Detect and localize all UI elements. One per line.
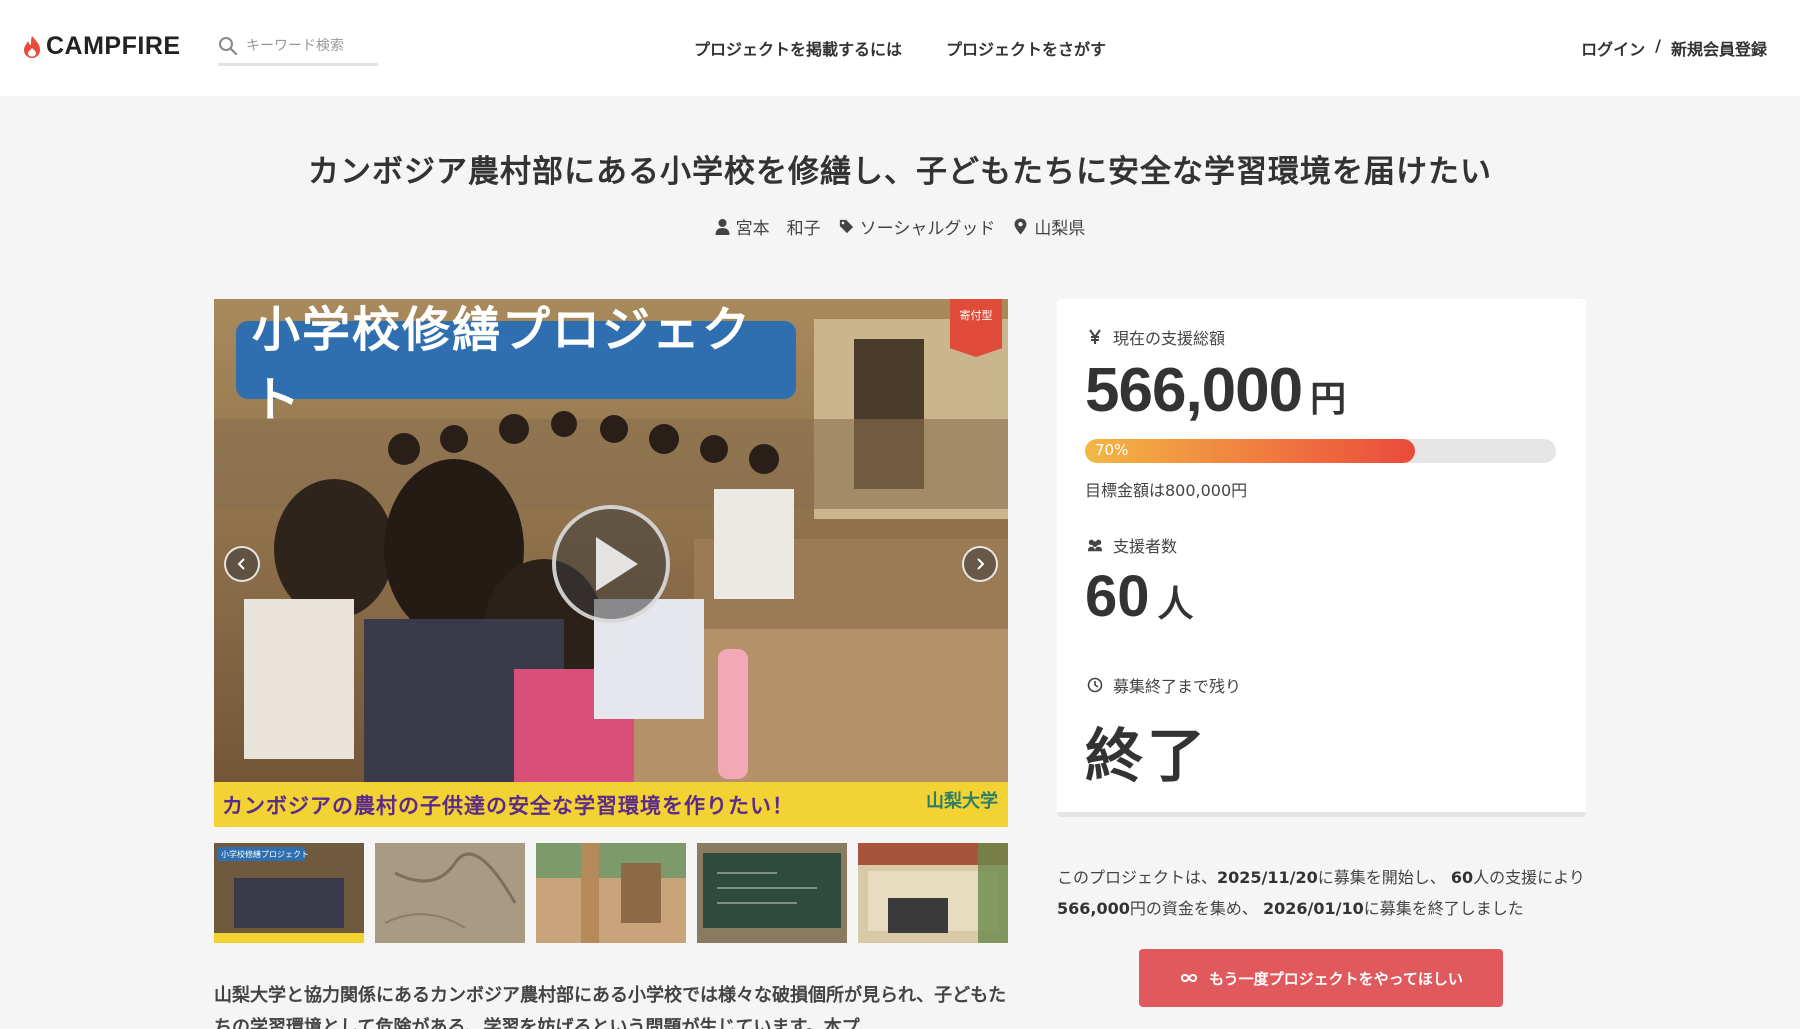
funding-progress-bar: 70% bbox=[1085, 439, 1556, 463]
backers-count: 60 人 bbox=[1085, 563, 1194, 630]
thumbnail-5-image bbox=[858, 843, 1008, 943]
project-title: カンボジア農村部にある小学校を修繕し、子どもたちに安全な学習環境を届けたい bbox=[308, 154, 1492, 190]
total-amount-label: 現在の支援総額 bbox=[1087, 325, 1225, 349]
request-again-button[interactable]: もう一度プロジェクトをやってほしい bbox=[1139, 949, 1503, 1007]
category-meta[interactable]: ソーシャルグッド bbox=[839, 214, 996, 239]
remaining-value: 終了 bbox=[1085, 722, 1210, 790]
video-banner: 小学校修繕プロジェクト bbox=[236, 302, 796, 428]
donation-badge: 寄付型 bbox=[950, 299, 1002, 357]
donation-badge-label: 寄付型 bbox=[959, 309, 993, 322]
funding-stats-card: 現在の支援総額 566,000 円 70% 目標金額は800,000円 支援者数… bbox=[1057, 299, 1586, 817]
summary-backers: 60 bbox=[1450, 868, 1474, 887]
video-caption-strip: カンボジアの農村の子供達の安全な学習環境を作りたい！ 山梨大学 bbox=[214, 782, 1008, 827]
remaining-label-text: 募集終了まで残り bbox=[1113, 677, 1242, 696]
summary-text-5: に募集を終了しました bbox=[1363, 899, 1524, 918]
chevron-left-icon bbox=[237, 558, 245, 570]
project-description: 山梨大学と協力関係にあるカンボジア農村部にある小学校では様々な破損個所が見られ、… bbox=[214, 985, 1007, 1029]
total-amount: 566,000 円 bbox=[1085, 355, 1346, 426]
thumbnail-2-image bbox=[375, 843, 525, 943]
search-box[interactable] bbox=[218, 32, 378, 66]
progress-percent: 70% bbox=[1095, 441, 1129, 459]
login-link[interactable]: ログイン bbox=[1581, 36, 1645, 60]
flame-icon bbox=[24, 35, 40, 58]
university-logo: 山梨大学 bbox=[926, 791, 998, 812]
progress-fill bbox=[1085, 439, 1415, 463]
owner-meta[interactable]: 宮本 和子 bbox=[715, 214, 821, 239]
thumbnail-3-image bbox=[536, 843, 686, 943]
search-icon bbox=[219, 36, 238, 55]
backers-label: 支援者数 bbox=[1087, 533, 1177, 557]
location-meta[interactable]: 山梨県 bbox=[1013, 214, 1085, 239]
next-slide-button[interactable] bbox=[962, 546, 998, 582]
project-summary: このプロジェクトは、2025/11/20に募集を開始し、 60人の支援により 5… bbox=[1057, 862, 1597, 924]
chevron-right-icon bbox=[977, 558, 985, 570]
thumbnail-2[interactable] bbox=[375, 843, 525, 943]
location-name: 山梨県 bbox=[1034, 219, 1086, 239]
thumbnail-1-image: 小学校修繕プロジェクト bbox=[214, 843, 364, 943]
location-pin-icon bbox=[1014, 218, 1027, 235]
owner-name: 宮本 和子 bbox=[735, 219, 821, 239]
total-amount-unit: 円 bbox=[1310, 379, 1347, 420]
summary-text-4: 円の資金を集め、 bbox=[1129, 899, 1258, 918]
logo-text: CAMPFIRE bbox=[46, 32, 181, 60]
auth-links: ログイン / 新規会員登録 bbox=[1581, 36, 1767, 60]
yen-icon bbox=[1089, 329, 1101, 344]
nav-find-project[interactable]: プロジェクトをさがす bbox=[946, 36, 1106, 60]
summary-end-date: 2026/01/10 bbox=[1262, 899, 1364, 918]
user-icon bbox=[715, 219, 730, 235]
auth-separator: / bbox=[1655, 36, 1661, 55]
thumbnail-5[interactable] bbox=[858, 843, 1008, 943]
summary-amount: 566,000 bbox=[1057, 899, 1130, 918]
backers-value: 60 bbox=[1085, 564, 1150, 629]
campfire-logo[interactable]: CAMPFIRE bbox=[22, 32, 181, 61]
video-caption: カンボジアの農村の子供達の安全な学習環境を作りたい！ bbox=[222, 793, 794, 818]
signup-link[interactable]: 新規会員登録 bbox=[1671, 36, 1767, 60]
thumbnail-4-image bbox=[697, 843, 847, 943]
nav-post-project[interactable]: プロジェクトを掲載するには bbox=[694, 36, 902, 60]
thumbnail-1[interactable]: 小学校修繕プロジェクト bbox=[214, 843, 364, 943]
prev-slide-button[interactable] bbox=[224, 546, 260, 582]
thumbnail-4[interactable] bbox=[697, 843, 847, 943]
site-header: CAMPFIRE プロジェクトを掲載するには プロジェクトをさがす ログイン /… bbox=[0, 0, 1800, 96]
tag-icon bbox=[839, 219, 853, 234]
category-name: ソーシャルグッド bbox=[859, 219, 996, 239]
summary-text-3: 人の支援により bbox=[1473, 868, 1585, 887]
total-amount-label-text: 現在の支援総額 bbox=[1113, 329, 1226, 348]
infinity-icon bbox=[1181, 974, 1198, 982]
thumbnail-1-label: 小学校修繕プロジェクト bbox=[221, 849, 309, 859]
search-input[interactable] bbox=[246, 37, 366, 54]
remaining-label: 募集終了まで残り bbox=[1087, 673, 1241, 697]
project-meta: 宮本 和子 ソーシャルグッド 山梨県 bbox=[0, 214, 1800, 239]
users-icon bbox=[1087, 539, 1103, 552]
summary-start-date: 2025/11/20 bbox=[1217, 868, 1318, 887]
total-amount-value: 566,000 bbox=[1085, 356, 1303, 425]
goal-amount: 目標金額は800,000円 bbox=[1085, 481, 1248, 500]
request-again-label: もう一度プロジェクトをやってほしい bbox=[1209, 969, 1463, 988]
play-button[interactable] bbox=[552, 505, 670, 623]
summary-text-1: このプロジェクトは、 bbox=[1057, 868, 1218, 887]
summary-text-2: に募集を開始し、 bbox=[1317, 868, 1446, 887]
backers-label-text: 支援者数 bbox=[1113, 537, 1178, 556]
thumbnail-3[interactable] bbox=[536, 843, 686, 943]
clock-icon bbox=[1087, 677, 1103, 693]
project-video[interactable]: 小学校修繕プロジェクト 寄付型 カンボジアの農村の子供達の安全な学習環境を作りた… bbox=[214, 299, 1008, 827]
thumbnail-strip: 小学校修繕プロジェクト bbox=[214, 843, 1008, 943]
backers-unit: 人 bbox=[1157, 584, 1194, 625]
